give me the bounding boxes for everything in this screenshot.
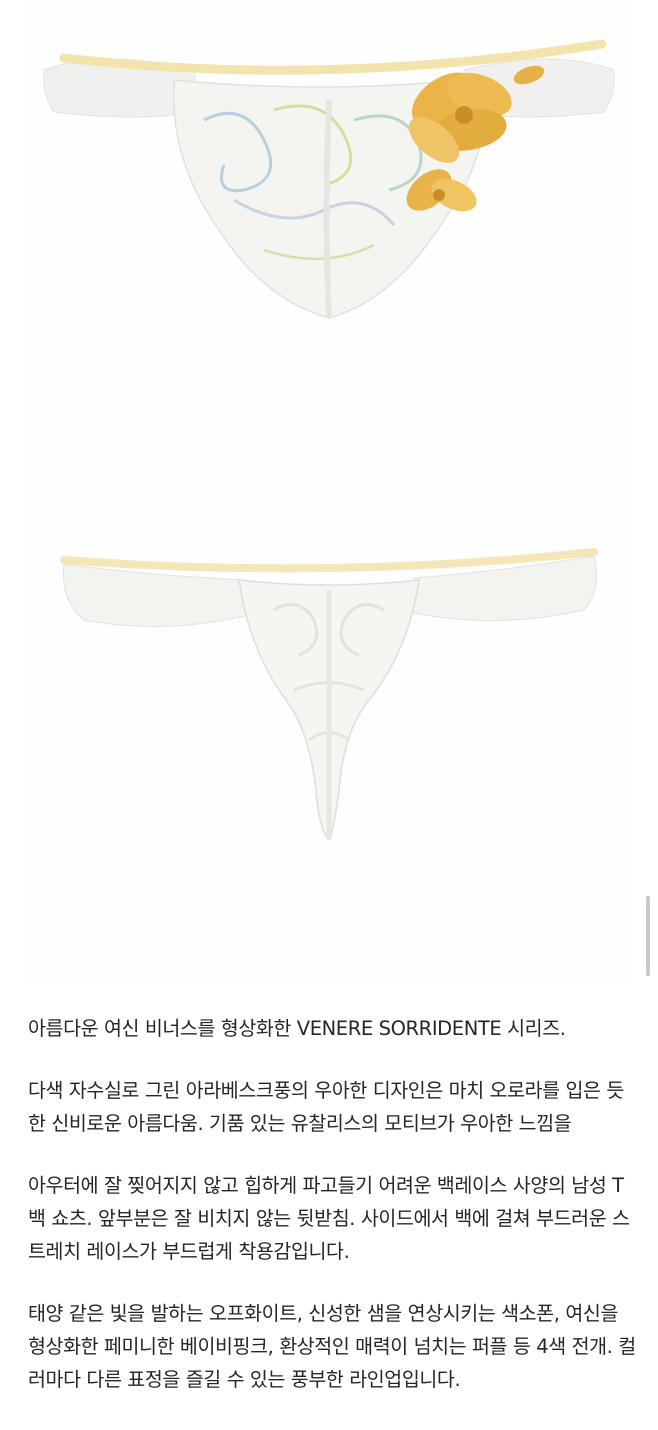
product-photo-back <box>24 460 634 980</box>
description-paragraph-2: 다색 자수실로 그린 아라베스크풍의 우아한 디자인은 마치 오로라를 입은 듯… <box>28 1079 624 1135</box>
product-detail-page: 아름다운 여신 비너스를 형상화한 VENERE SORRIDENTE 시리즈.… <box>0 0 658 1430</box>
product-description: 아름다운 여신 비너스를 형상화한 VENERE SORRIDENTE 시리즈.… <box>28 1012 636 1425</box>
product-photo-front <box>24 0 634 460</box>
scrollbar[interactable] <box>646 896 650 976</box>
description-paragraph-3: 아우터에 잘 찢어지지 않고 힙하게 파고들기 어려운 백레이스 사양의 남성 … <box>28 1174 630 1263</box>
lace-thong-back-image <box>24 460 634 980</box>
lace-brief-front-image <box>24 0 634 460</box>
description-paragraph-4: 태양 같은 빛을 발하는 오프화이트, 신성한 샘을 연상시키는 색소폰, 여신… <box>28 1302 636 1391</box>
description-paragraph-1: 아름다운 여신 비너스를 형상화한 VENERE SORRIDENTE 시리즈. <box>28 1017 566 1040</box>
